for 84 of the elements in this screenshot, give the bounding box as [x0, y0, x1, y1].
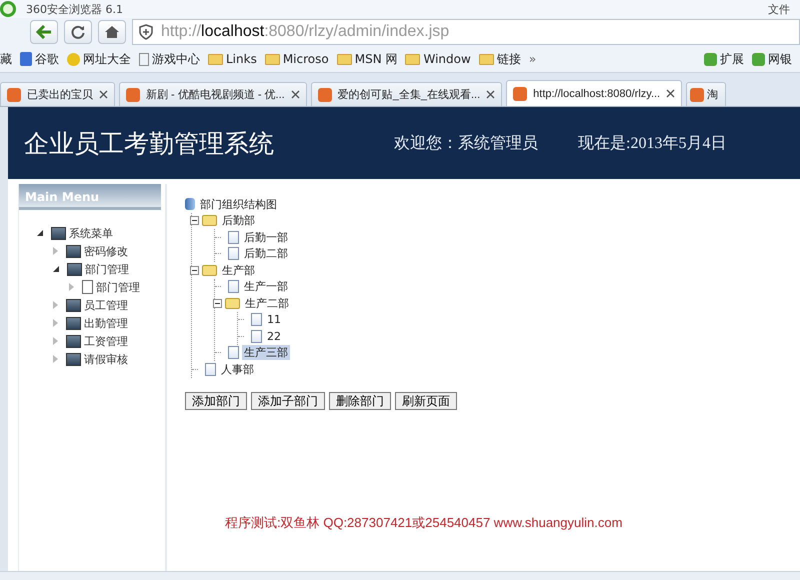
database-icon: [185, 198, 195, 210]
home-button[interactable]: [98, 20, 126, 44]
shield-icon: [139, 24, 153, 40]
browser-tab[interactable]: 新剧 - 优酷电视剧频道 - 优...: [119, 82, 307, 106]
tree-node[interactable]: 人事部: [219, 362, 256, 377]
bookmark[interactable]: Microso: [264, 52, 329, 66]
close-icon[interactable]: [290, 90, 300, 99]
folder-icon: [67, 262, 82, 276]
browser-tab[interactable]: 已卖出的宝贝: [0, 82, 115, 106]
tree-node[interactable]: 11: [265, 313, 283, 326]
bookmark[interactable]: Window: [405, 52, 471, 66]
expanded-arrow-icon[interactable]: [37, 230, 43, 236]
tree-node[interactable]: 后勤二部: [242, 246, 290, 262]
close-icon[interactable]: [99, 90, 108, 99]
browser-tab[interactable]: 爱的创可贴_全集_在线观看...: [310, 82, 502, 106]
browser-tab[interactable]: http://localhost:8080/rlzy...: [506, 80, 682, 106]
app-title: 企业员工考勤管理系统: [24, 130, 274, 160]
document-icon: [251, 330, 262, 343]
back-button[interactable]: [30, 20, 58, 44]
left-arrow-icon: [36, 25, 52, 39]
tree-node[interactable]: 22: [265, 330, 283, 343]
bookmark[interactable]: 谷歌: [20, 50, 59, 68]
browser-tab[interactable]: 淘: [686, 82, 726, 106]
bookmark[interactable]: Links: [208, 52, 257, 66]
refresh-button[interactable]: [64, 20, 92, 44]
folder-icon: [66, 298, 81, 312]
action-button[interactable]: 添加部门: [185, 392, 247, 410]
document-icon: [251, 313, 262, 326]
tree-node[interactable]: 生产二部: [243, 296, 291, 311]
menu-item[interactable]: 文件: [768, 2, 790, 16]
refresh-icon: [70, 24, 86, 40]
action-button[interactable]: 添加子部门: [251, 392, 325, 410]
menu-item[interactable]: 部门管理: [85, 262, 129, 276]
page-icon: [82, 280, 93, 294]
expanded-arrow-icon[interactable]: [53, 266, 59, 272]
close-icon[interactable]: [666, 89, 676, 98]
document-icon: [228, 247, 239, 260]
tree-node[interactable]: 生产一部: [242, 279, 290, 294]
folder-icon: [66, 244, 81, 258]
menu-item[interactable]: 密码修改: [84, 244, 128, 258]
document-icon: [205, 362, 216, 376]
folder-icon: [66, 352, 81, 366]
tree-node[interactable]: 生产三部: [242, 345, 290, 360]
menu-item[interactable]: 请假审核: [84, 352, 128, 366]
collapse-icon[interactable]: [213, 298, 222, 308]
collapse-icon[interactable]: [190, 216, 199, 226]
menu-item[interactable]: 部门管理: [96, 280, 140, 294]
tree-node[interactable]: 后勤一部: [242, 230, 290, 245]
folder-icon: [51, 226, 66, 240]
menu-item[interactable]: 工资管理: [84, 334, 128, 348]
browser-logo-icon: [0, 1, 16, 17]
folder-icon: [202, 264, 217, 276]
welcome-text: 欢迎您：系统管理员: [394, 134, 538, 154]
menu-item[interactable]: 出勤管理: [84, 316, 128, 330]
folder-icon: [66, 334, 81, 348]
close-icon[interactable]: [486, 90, 496, 99]
tree-node[interactable]: 生产部: [220, 262, 257, 278]
document-icon: [228, 280, 239, 294]
credits-text: 程序测试:双鱼林 QQ:287307421或254540457 www.shuangyulin.com: [225, 514, 624, 532]
tree-root[interactable]: 部门组织结构图: [198, 196, 279, 212]
menu-header: Main Menu: [19, 184, 161, 210]
menu-item[interactable]: 员工管理: [84, 298, 128, 312]
address-field[interactable]: http://localhost:8080/rlzy/admin/index.jsp: [132, 19, 800, 45]
folder-icon: [225, 298, 240, 309]
toolbar-item[interactable]: 网银: [752, 50, 792, 68]
bookmark[interactable]: 游戏中心: [139, 50, 200, 68]
bookmark[interactable]: MSN 网: [336, 50, 398, 68]
document-icon: [228, 230, 239, 244]
folder-icon: [202, 215, 217, 226]
action-button[interactable]: 刷新页面: [395, 392, 457, 410]
document-icon: [228, 346, 239, 360]
folder-icon: [66, 316, 81, 330]
bookmark[interactable]: 藏: [0, 50, 12, 68]
action-button[interactable]: 删除部门: [329, 392, 391, 410]
tree-node[interactable]: 后勤部: [220, 213, 257, 228]
home-icon: [104, 25, 120, 39]
menu-item[interactable]: 系统菜单: [69, 226, 113, 240]
toolbar-item[interactable]: 扩展: [704, 50, 744, 68]
bookmark[interactable]: 网址大全: [67, 50, 131, 68]
date-text: 现在是:2013年5月4日: [578, 134, 726, 154]
collapse-icon[interactable]: [190, 266, 199, 275]
window-title: 360安全浏览器 6.1: [26, 2, 123, 16]
bookmark[interactable]: 链接: [478, 50, 521, 68]
more-bookmarks-button[interactable]: »: [528, 52, 536, 66]
